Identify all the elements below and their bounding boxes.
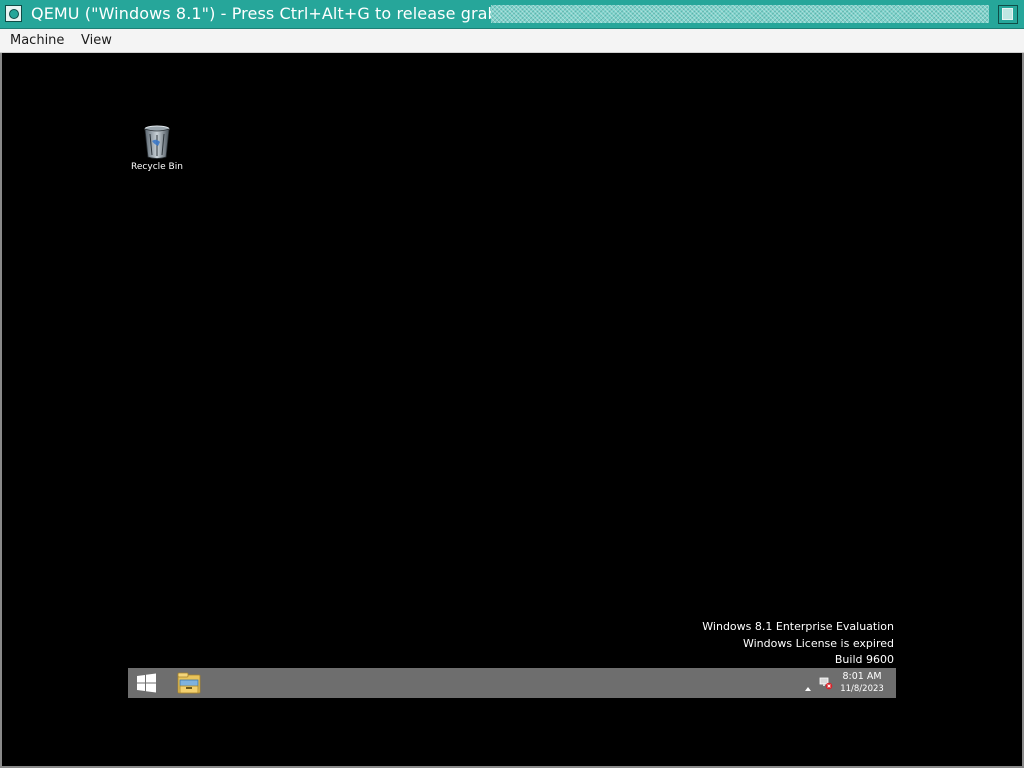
file-explorer-icon [177,672,201,694]
clock-time: 8:01 AM [842,671,882,682]
title-bar-drag-area[interactable] [491,5,989,23]
activation-watermark: Windows 8.1 Enterprise Evaluation Window… [702,619,894,669]
clock-date: 11/8/2023 [840,684,884,694]
desktop-icon-recycle-bin[interactable]: Recycle Bin [126,124,188,172]
title-bar[interactable]: QEMU ("Windows 8.1") - Press Ctrl+Alt+G … [0,0,1024,29]
guest-screen[interactable]: Recycle Bin Windows 8.1 Enterprise Evalu… [2,54,1022,766]
window-menu-icon [8,8,19,19]
window-title: QEMU ("Windows 8.1") - Press Ctrl+Alt+G … [31,4,498,23]
show-hidden-icons-button[interactable] [804,678,812,691]
start-button[interactable] [136,673,158,693]
network-status-button[interactable] [819,675,833,690]
window-menu-button[interactable] [5,5,22,22]
maximize-icon [1002,8,1013,20]
watermark-build: Build 9600 [834,653,894,666]
watermark-edition: Windows 8.1 Enterprise Evaluation [702,620,894,633]
taskbar-clock[interactable]: 8:01 AM 11/8/2023 [835,671,889,695]
recycle-bin-icon [142,124,172,160]
windows-logo-icon [137,673,156,693]
desktop-icon-label: Recycle Bin [131,162,183,172]
taskbar-file-explorer[interactable] [176,671,202,695]
watermark-license: Windows License is expired [742,636,894,650]
taskbar: 8:01 AM 11/8/2023 [128,668,896,698]
chevron-up-icon [805,687,811,691]
network-disconnected-icon [819,677,833,690]
qemu-window: QEMU ("Windows 8.1") - Press Ctrl+Alt+G … [0,0,1024,768]
window-border-left [0,53,2,768]
menu-bar: Machine View [0,29,1024,53]
menu-machine[interactable]: Machine [10,33,64,48]
menu-view[interactable]: View [81,33,112,48]
maximize-button[interactable] [998,5,1018,24]
